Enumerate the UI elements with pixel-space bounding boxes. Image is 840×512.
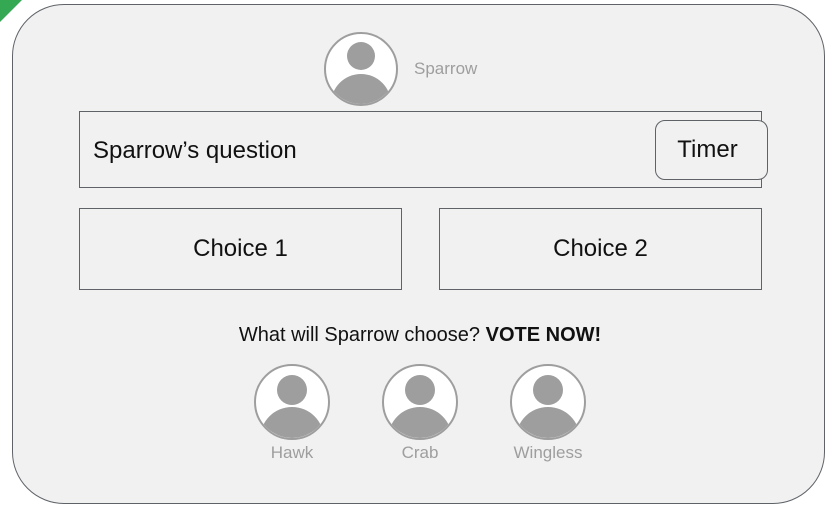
avatar-head xyxy=(347,42,375,70)
voter-avatar-icon xyxy=(382,364,458,440)
choice-1-button[interactable]: Choice 1 xyxy=(79,208,402,290)
avatar-body xyxy=(331,74,391,104)
avatar-body xyxy=(388,407,452,438)
voter-name: Crab xyxy=(401,443,439,462)
host-name: Sparrow xyxy=(414,59,478,78)
vote-question: What will Sparrow choose? xyxy=(238,324,481,346)
voter-hawk: Hawk xyxy=(242,364,342,463)
timer: Timer xyxy=(655,120,768,180)
voter-name: Hawk xyxy=(270,443,314,462)
voter-name: Wingless xyxy=(513,443,583,462)
voter-avatar-icon xyxy=(510,364,586,440)
avatar-head xyxy=(533,375,563,405)
voter-wingless: Wingless xyxy=(498,364,598,463)
host-avatar-icon xyxy=(324,32,398,106)
question-text: Sparrow’s question xyxy=(93,137,297,164)
avatar-head xyxy=(277,375,307,405)
avatar-body xyxy=(260,407,324,438)
avatar-head xyxy=(405,375,435,405)
corner-accent xyxy=(0,0,22,22)
avatar-body xyxy=(516,407,580,438)
choice-2-button[interactable]: Choice 2 xyxy=(439,208,762,290)
vote-now-label: VOTE NOW! xyxy=(485,324,602,346)
voter-avatar-icon xyxy=(254,364,330,440)
vote-prompt: What will Sparrow choose? VOTE NOW! xyxy=(0,324,840,347)
voter-crab: Crab xyxy=(370,364,470,463)
